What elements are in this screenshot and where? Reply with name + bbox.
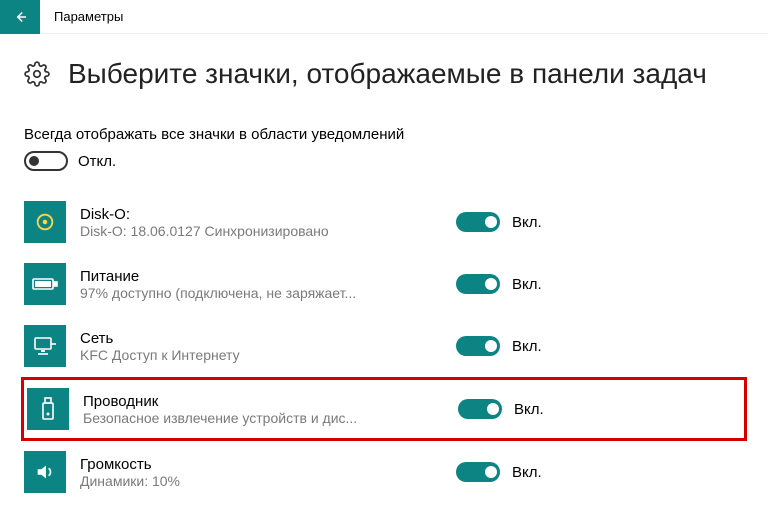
item-title: Disk-O: xyxy=(80,206,442,223)
volume-icon xyxy=(24,451,66,493)
back-button[interactable] xyxy=(0,0,40,34)
page-header: Выберите значки, отображаемые в панели з… xyxy=(24,58,744,90)
item-toggle-state: Вкл. xyxy=(512,214,542,231)
item-subtitle: Безопасное извлечение устройств и дис... xyxy=(83,410,403,426)
item-subtitle: 97% доступно (подключена, не заряжает... xyxy=(80,285,400,301)
item-title: Питание xyxy=(80,268,442,285)
titlebar-region: Параметры xyxy=(0,0,768,34)
always-show-label: Всегда отображать все значки в области у… xyxy=(24,126,744,143)
list-item: Disk-O: Disk-O: 18.06.0127 Синхронизиров… xyxy=(24,191,744,253)
item-toggle-state: Вкл. xyxy=(514,401,544,418)
page-title: Выберите значки, отображаемые в панели з… xyxy=(68,58,707,90)
list-item: Громкость Динамики: 10% Вкл. xyxy=(24,441,744,503)
disk-o-icon xyxy=(24,201,66,243)
item-title: Громкость xyxy=(80,456,442,473)
item-subtitle: KFC Доступ к Интернету xyxy=(80,347,400,363)
battery-icon xyxy=(24,263,66,305)
network-icon xyxy=(24,325,66,367)
list-item: Сеть KFC Доступ к Интернету Вкл. xyxy=(24,315,744,377)
item-toggle-state: Вкл. xyxy=(512,338,542,355)
gear-icon xyxy=(24,61,50,87)
window-title: Параметры xyxy=(40,9,123,24)
list-item: Питание 97% доступно (подключена, не зар… xyxy=(24,253,744,315)
item-toggle-state: Вкл. xyxy=(512,276,542,293)
always-show-toggle[interactable] xyxy=(24,151,68,171)
always-show-state: Откл. xyxy=(78,153,116,170)
usb-eject-icon xyxy=(27,388,69,430)
item-toggle[interactable] xyxy=(456,336,500,356)
item-subtitle: Disk-O: 18.06.0127 Синхронизировано xyxy=(80,223,400,239)
item-toggle[interactable] xyxy=(456,462,500,482)
item-subtitle: Динамики: 10% xyxy=(80,473,400,489)
always-show-section: Всегда отображать все значки в области у… xyxy=(24,126,744,171)
item-toggle[interactable] xyxy=(458,399,502,419)
item-toggle[interactable] xyxy=(456,274,500,294)
list-item-explorer: Проводник Безопасное извлечение устройст… xyxy=(21,377,747,441)
item-title: Сеть xyxy=(80,330,442,347)
item-toggle-state: Вкл. xyxy=(512,464,542,481)
item-toggle[interactable] xyxy=(456,212,500,232)
item-title: Проводник xyxy=(83,393,444,410)
back-arrow-icon xyxy=(11,8,29,26)
icon-list: Disk-O: Disk-O: 18.06.0127 Синхронизиров… xyxy=(24,191,744,503)
